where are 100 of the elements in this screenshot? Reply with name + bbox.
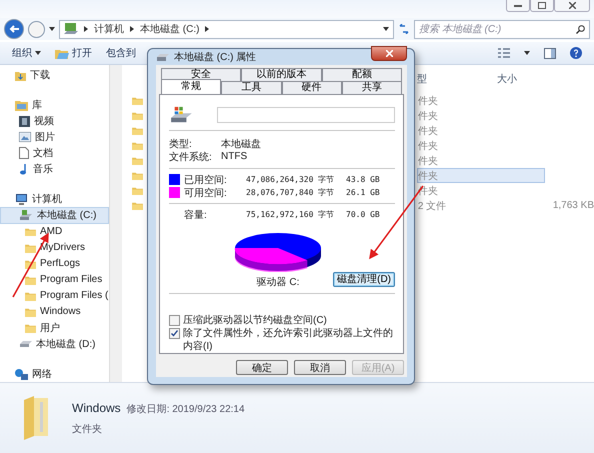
sidebar-item[interactable]: 本地磁盘 (D:) <box>0 336 110 352</box>
file-row[interactable]: 件夹 <box>416 123 545 138</box>
back-arrow-icon <box>9 25 19 33</box>
folder-icon <box>25 322 36 333</box>
search-field[interactable]: 搜索 本地磁盘 (C:) <box>414 20 590 38</box>
folder-icon <box>25 274 36 285</box>
drive-icon <box>19 210 33 221</box>
close-button[interactable] <box>371 46 407 61</box>
dialog-button[interactable]: 确定 <box>236 360 288 375</box>
folder-icon <box>132 110 143 120</box>
sidebar-item[interactable]: PerfLogs <box>0 256 110 272</box>
drive-label: 驱动器 C: <box>256 276 300 289</box>
space-label: 可用空间: <box>184 186 228 200</box>
sidebar-item[interactable]: 音乐 <box>0 161 110 178</box>
caret-icon <box>524 51 530 55</box>
sidebar-item[interactable]: 下载 <box>0 67 110 84</box>
file-row[interactable]: 2 文件 <box>416 198 545 213</box>
minimize-icon <box>514 4 522 7</box>
tab[interactable]: 硬件 <box>282 81 342 94</box>
sidebar-item[interactable]: 文档 <box>0 145 110 162</box>
help-icon[interactable] <box>570 47 582 59</box>
chevron-icon <box>84 26 88 32</box>
item-type: 文件夹 <box>72 422 103 436</box>
tab[interactable]: 配额 <box>322 68 402 81</box>
maximize-button[interactable] <box>530 0 554 12</box>
sidebar-item[interactable]: Program Files <box>0 272 110 288</box>
size-value: 70.0 GB <box>346 210 381 219</box>
folder-icon <box>25 306 36 317</box>
size-value: 26.1 GB <box>346 188 381 197</box>
document-icon <box>19 147 29 160</box>
checkbox-option[interactable]: 除了文件属性外，还允许索引此驱动器上文件的内容(I) <box>169 327 395 353</box>
volume-name-field[interactable] <box>217 107 395 123</box>
property-label: 文件系统: <box>169 150 213 164</box>
tab[interactable]: 常规 <box>161 79 222 94</box>
folder-icon <box>25 226 36 236</box>
dialog-button[interactable]: 取消 <box>294 360 346 375</box>
drive-icon <box>156 52 169 62</box>
sidebar-item[interactable]: Windows <box>0 304 110 320</box>
column-header: 大小 <box>496 72 518 86</box>
back-button[interactable] <box>4 19 24 39</box>
file-row[interactable]: 件夹 <box>416 108 545 123</box>
property-value: 本地磁盘 <box>221 138 261 150</box>
tab[interactable]: 共享 <box>342 81 402 94</box>
view-options-icon[interactable] <box>498 48 510 58</box>
folder-icon <box>132 140 143 150</box>
property-value: NTFS <box>221 151 248 162</box>
drive-icon <box>169 106 193 124</box>
file-row[interactable]: 件夹 <box>416 93 545 108</box>
toolbar-button[interactable]: 包含到 <box>106 46 136 60</box>
sidebar-item[interactable]: 本地磁盘 (C:) <box>0 207 110 224</box>
breadcrumb[interactable]: 计算机 <box>94 22 124 36</box>
column-header: 型 <box>416 72 428 86</box>
close-icon <box>568 2 576 9</box>
music-note-icon <box>19 163 29 176</box>
sidebar-item[interactable]: 用户 <box>0 320 110 336</box>
toolbar-button[interactable]: 组织 <box>12 46 41 60</box>
sidebar-item[interactable]: 网络 <box>0 366 110 382</box>
chevron-icon <box>205 26 210 32</box>
file-row[interactable]: 件夹 <box>416 138 545 153</box>
size-cell-text: 1,763 KB <box>552 200 594 211</box>
byte-count: 75,162,972,160 字节 <box>246 209 336 220</box>
sidebar-item[interactable]: 库 <box>0 97 110 114</box>
tab[interactable]: 以前的版本 <box>241 68 322 81</box>
sidebar-item[interactable]: 图片 <box>0 129 110 146</box>
library-icon <box>15 100 28 111</box>
network-icon <box>15 368 28 380</box>
refresh-icon[interactable] <box>398 24 410 34</box>
byte-count: 47,086,264,320 字节 <box>246 174 336 185</box>
checkbox-option[interactable]: 压缩此驱动器以节约磁盘空间(C) <box>169 314 395 327</box>
byte-count: 28,076,707,840 字节 <box>246 187 336 198</box>
sidebar-item[interactable]: 视频 <box>0 113 110 130</box>
folder-icon <box>132 170 143 180</box>
sidebar-item[interactable]: MyDrivers <box>0 240 110 256</box>
folder-icon <box>132 126 143 136</box>
caret-icon <box>49 27 55 31</box>
download-icon <box>15 70 26 81</box>
folder-icon <box>132 156 143 166</box>
computer-icon <box>64 23 78 35</box>
folder-icon <box>25 290 36 301</box>
close-button[interactable] <box>554 0 590 12</box>
caret-icon <box>35 51 41 55</box>
address-field[interactable]: 计算机 本地磁盘 (C:) <box>59 20 394 38</box>
sidebar-item[interactable]: Program Files ( <box>0 288 110 304</box>
film-icon <box>19 116 30 127</box>
tab[interactable]: 工具 <box>221 81 282 94</box>
folder-icon <box>132 96 143 106</box>
disk-cleanup-button[interactable]: 磁盘清理(D) <box>333 272 395 287</box>
chevron-icon <box>130 26 134 32</box>
sidebar-item[interactable]: AMD <box>0 224 110 240</box>
sidebar-item[interactable]: 计算机 <box>0 191 110 208</box>
forward-button[interactable] <box>28 20 45 38</box>
breadcrumb[interactable]: 本地磁盘 (C:) <box>140 22 200 36</box>
minimize-button[interactable] <box>506 0 530 12</box>
caret-icon <box>383 27 389 31</box>
preview-pane-icon[interactable] <box>544 48 556 58</box>
capacity-label: 容量: <box>184 208 208 222</box>
drive-icon <box>19 340 32 348</box>
folder-icon <box>132 186 143 196</box>
file-row[interactable]: 件夹 <box>416 153 545 168</box>
toolbar-button[interactable]: 打开 <box>55 46 92 60</box>
